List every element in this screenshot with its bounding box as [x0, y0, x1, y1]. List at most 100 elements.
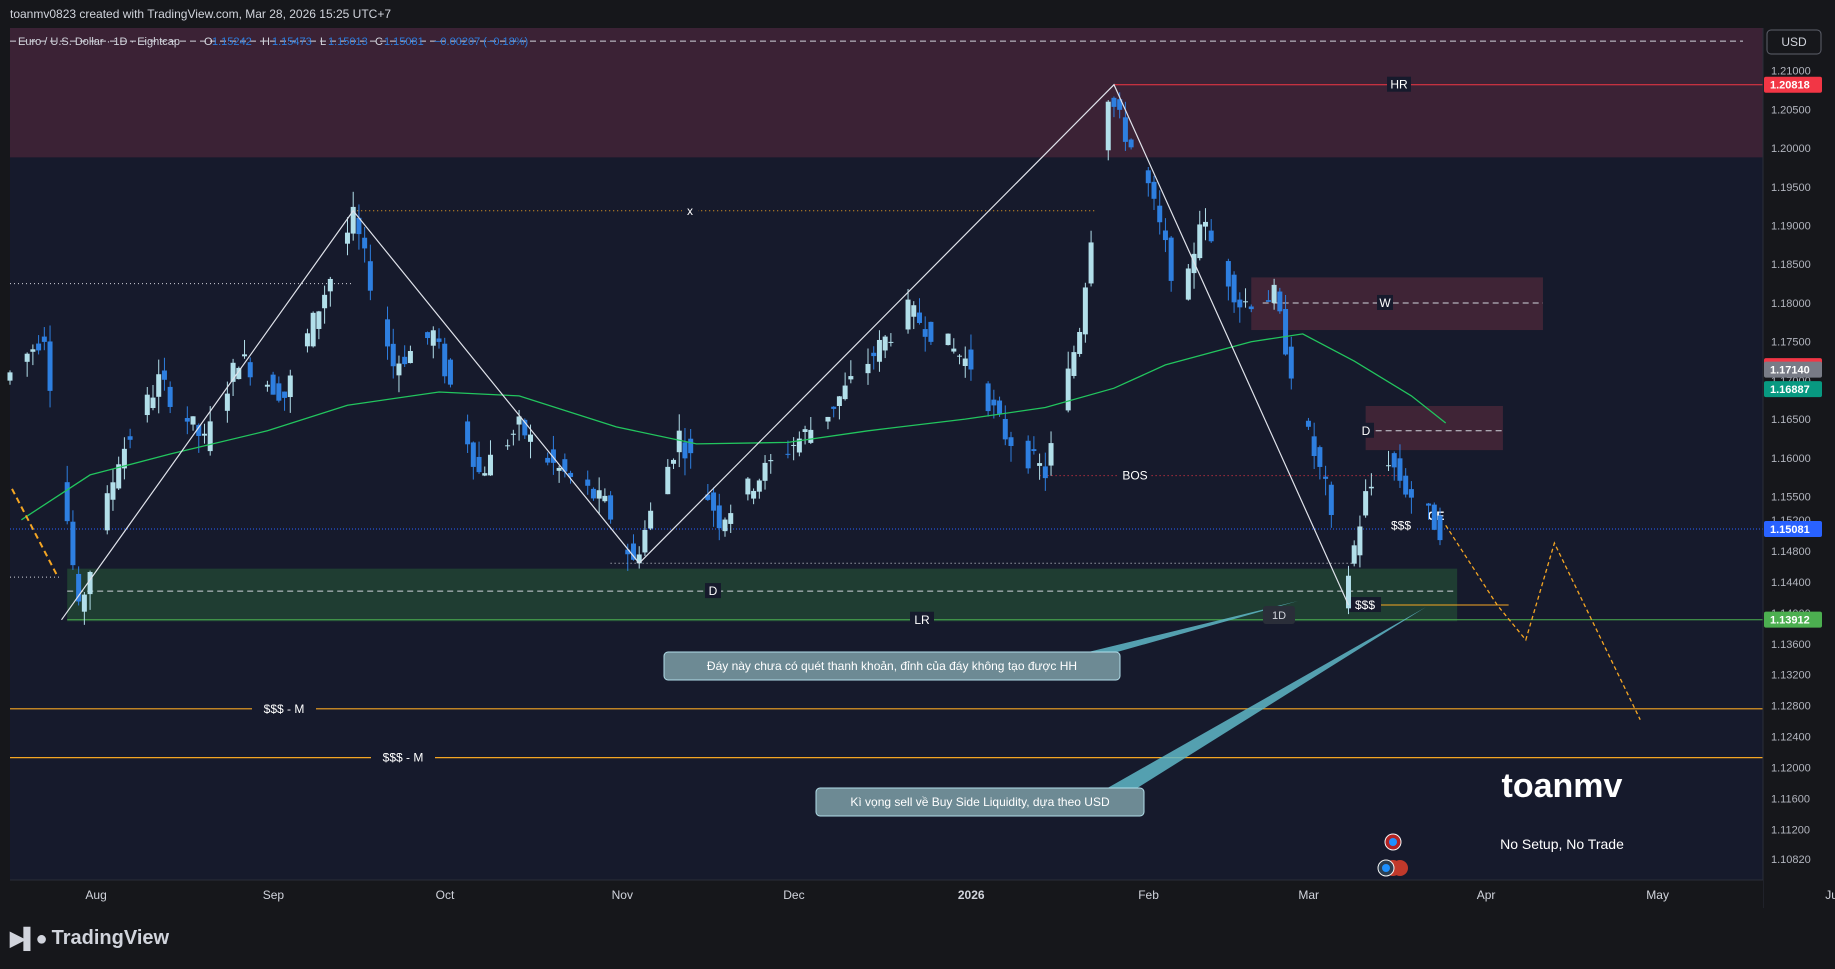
- time-tick-label: Mar: [1298, 888, 1319, 902]
- candle-body: [1277, 291, 1283, 312]
- candle-body: [242, 354, 248, 357]
- candle-body: [848, 376, 854, 380]
- candle-body: [1288, 346, 1294, 379]
- candle-body: [1151, 181, 1157, 199]
- watermark: toanmv: [1502, 767, 1623, 805]
- candle-body: [1202, 221, 1208, 227]
- candle-body: [1323, 476, 1329, 479]
- candle-body: [1357, 526, 1363, 556]
- candle-body: [287, 375, 293, 398]
- currency-button[interactable]: USD: [1766, 29, 1822, 55]
- sss-label-2: $$$: [1355, 598, 1375, 612]
- sss-m-label-2: $$$ - M: [383, 751, 424, 765]
- legend-low-label: L: [320, 36, 326, 48]
- candle-body: [928, 321, 934, 342]
- candle-body: [1243, 301, 1249, 303]
- price-tick-label: 1.17500: [1771, 337, 1811, 349]
- candle-body: [962, 358, 968, 367]
- time-tick-label: Feb: [1138, 888, 1159, 902]
- candle-body: [865, 363, 871, 374]
- candle-body: [1082, 287, 1088, 335]
- price-tick-label: 1.16500: [1771, 414, 1811, 426]
- price-tick-label: 1.20500: [1771, 104, 1811, 116]
- candle-body: [322, 294, 328, 309]
- candle-body: [1122, 117, 1128, 142]
- candle-body: [127, 436, 133, 440]
- candle-body: [396, 363, 402, 376]
- price-tick-label: 1.13200: [1771, 670, 1811, 682]
- candle-body: [911, 305, 917, 317]
- d-lower-label: D: [709, 584, 718, 598]
- candle-body: [270, 374, 276, 395]
- legend-close-value: 1.15081: [384, 36, 424, 48]
- time-tick-label: Aug: [85, 888, 106, 902]
- candle-body: [367, 261, 373, 291]
- candle-body: [1431, 504, 1437, 530]
- candle-body: [156, 374, 162, 397]
- candle-body: [1345, 575, 1351, 609]
- candle-body: [264, 384, 270, 387]
- candle-body: [802, 429, 808, 433]
- price-tick-label: 1.10820: [1771, 854, 1811, 866]
- bos-label: BOS: [1122, 469, 1147, 483]
- candle-body: [316, 311, 322, 329]
- candle-body: [161, 370, 167, 380]
- candle-body: [722, 519, 728, 532]
- lr-label: LR: [914, 613, 930, 627]
- tagline: No Setup, No Trade: [1500, 836, 1624, 852]
- candle-body: [768, 460, 774, 462]
- candle-body: [671, 459, 677, 464]
- candle-body: [1105, 101, 1111, 151]
- price-tick-label: 1.12400: [1771, 732, 1811, 744]
- price-tick-label: 1.11600: [1771, 794, 1810, 806]
- candle-body: [390, 343, 396, 367]
- candle-body: [1225, 261, 1231, 287]
- price-tag-label: 1.17140: [1770, 365, 1810, 377]
- candle-body: [310, 312, 316, 347]
- candle-body: [407, 351, 413, 364]
- candle-body: [951, 348, 957, 352]
- candle-body: [1025, 440, 1031, 469]
- time-tick-label: Dec: [783, 888, 804, 902]
- candle-body: [304, 333, 310, 347]
- candle-body: [922, 329, 928, 337]
- candle-body: [1002, 418, 1008, 440]
- time-tick-label: 2026: [958, 888, 985, 902]
- price-chart[interactable]: HRxWDBOS$$$CED$$$LR$$$ - M$$$ - M Đáy nà…: [0, 0, 1835, 913]
- candle-body: [30, 349, 36, 352]
- price-tick-label: 1.13600: [1771, 639, 1811, 651]
- time-tick-label: Nov: [612, 888, 633, 902]
- candle-body: [1071, 352, 1077, 376]
- candle-body: [882, 336, 888, 351]
- candle-body: [276, 383, 282, 401]
- candle-body: [327, 278, 333, 292]
- price-tick-label: 1.15500: [1771, 492, 1811, 504]
- candle-body: [505, 445, 511, 447]
- candle-body: [1271, 284, 1277, 303]
- candle-body: [1037, 463, 1043, 466]
- price-tick-label: 1.19000: [1771, 221, 1811, 233]
- candle-body: [876, 339, 882, 362]
- candle-body: [1042, 466, 1048, 479]
- callout-liquidity-text: Đáy này chưa có quét thanh khoản, đỉnh c…: [707, 659, 1077, 673]
- candle-body: [762, 462, 768, 481]
- candle-body: [648, 510, 654, 529]
- candle-body: [207, 421, 213, 452]
- candle-body: [344, 232, 350, 244]
- candle-body: [1128, 139, 1134, 148]
- price-tag-label: 1.13912: [1770, 615, 1810, 627]
- price-axis-bg: [1763, 28, 1835, 908]
- candle-body: [442, 343, 448, 377]
- candle-body: [808, 429, 814, 443]
- tradingview-brand[interactable]: ▶▌● TradingView: [10, 926, 169, 951]
- candle-body: [510, 433, 516, 435]
- candle-body: [1311, 436, 1317, 457]
- candle-body: [36, 343, 42, 351]
- footer-bar: [0, 913, 1835, 969]
- candle-body: [608, 495, 614, 520]
- candle-body: [385, 319, 391, 347]
- candle-body: [1197, 224, 1203, 259]
- sss-label-1: $$$: [1391, 518, 1411, 532]
- candle-body: [842, 385, 848, 400]
- candle-body: [1305, 420, 1311, 427]
